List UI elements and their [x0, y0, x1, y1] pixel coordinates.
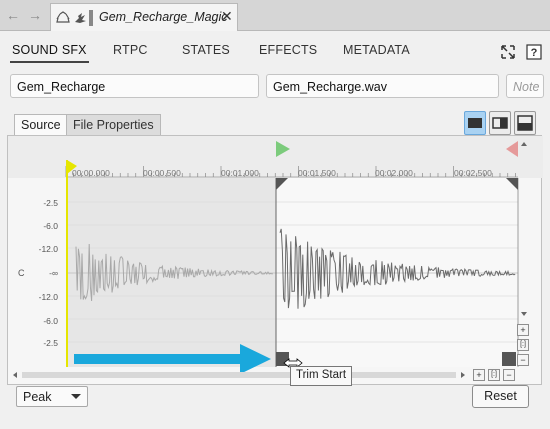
scroll-left-icon [13, 372, 17, 378]
help-icon[interactable]: ? [526, 44, 542, 60]
tab-sound-sfx[interactable]: SOUND SFX [10, 43, 89, 63]
meter-mode-value: Peak [23, 390, 52, 404]
db-label: -6.0 [43, 221, 58, 231]
fit-vertical-button[interactable]: [:] [517, 339, 529, 351]
document-tab-title: Gem_Recharge_Magic [99, 10, 228, 24]
close-tab-icon[interactable]: ✕ [221, 8, 233, 25]
db-label: -12.0 [38, 244, 58, 254]
zoom-out-vertical-button[interactable]: − [517, 354, 529, 366]
forward-arrow-icon[interactable]: → [26, 7, 44, 23]
back-arrow-icon[interactable]: ← [4, 7, 22, 23]
zoom-in-vertical-button[interactable]: + [517, 324, 529, 336]
tab-states[interactable]: STATES [182, 43, 230, 57]
db-label: -∞ [49, 268, 58, 278]
zoom-out-horizontal-button[interactable]: − [503, 369, 515, 381]
recycle-icon [56, 11, 70, 23]
time-tick-label: 00:02.500 [454, 168, 492, 178]
time-tick-label: 00:02.000 [375, 168, 413, 178]
waveform-editor[interactable]: -2.5 -6.0 -12.0 -∞ -12.0 -6.0 -2.5 C 00:… [7, 135, 543, 385]
split-vertical-icon [492, 117, 508, 129]
split-horizontal-icon [517, 115, 533, 131]
tab-effects[interactable]: EFFECTS [259, 43, 317, 57]
db-label: -6.0 [43, 316, 58, 326]
zoom-in-horizontal-button[interactable]: + [473, 369, 485, 381]
time-tick-label: 00:00.000 [72, 168, 110, 178]
split-horizontal-button[interactable] [514, 111, 536, 135]
channel-label: C [18, 268, 25, 278]
db-label: -2.5 [43, 198, 58, 208]
tab-metadata[interactable]: METADATA [343, 43, 410, 57]
tab-rtpc[interactable]: RTPC [113, 43, 148, 57]
scroll-right-icon [461, 372, 465, 378]
scroll-down-icon [521, 312, 527, 316]
db-label: -2.5 [43, 338, 58, 348]
split-vertical-button[interactable] [489, 111, 511, 135]
notes-field[interactable]: Note [506, 74, 544, 98]
meter-mode-select[interactable]: Peak [16, 386, 88, 407]
svg-text:?: ? [531, 47, 538, 59]
horizontal-scrollbar [22, 372, 456, 378]
single-view-button[interactable] [464, 111, 486, 135]
dropdown-arrow-icon [71, 394, 81, 399]
fit-horizontal-button[interactable]: [:] [488, 369, 500, 381]
single-view-icon [468, 118, 482, 128]
tab-separator [89, 10, 93, 26]
time-tick-label: 00:00.500 [143, 168, 181, 178]
document-tab[interactable]: Gem_Recharge_Magic ✕ [50, 3, 238, 31]
sound-sfx-icon [75, 13, 86, 23]
document-tab-bar: ← → Gem_Recharge_Magic ✕ [0, 0, 550, 31]
time-tick-label: 00:01.500 [298, 168, 336, 178]
trim-start-tooltip: Trim Start [290, 366, 353, 386]
tab-source[interactable]: Source [14, 114, 68, 136]
db-label: -12.0 [38, 292, 58, 302]
object-name-field[interactable]: Gem_Recharge [10, 74, 259, 98]
time-tick-label: 00:01.000 [221, 168, 259, 178]
trim-end-handle [502, 352, 516, 366]
reset-button[interactable]: Reset [472, 385, 529, 408]
source-file-field[interactable]: Gem_Recharge.wav [266, 74, 499, 98]
property-tabs: SOUND SFX RTPC STATES EFFECTS METADATA ? [0, 32, 550, 66]
expand-icon[interactable] [500, 44, 516, 60]
tab-file-properties[interactable]: File Properties [66, 114, 161, 135]
